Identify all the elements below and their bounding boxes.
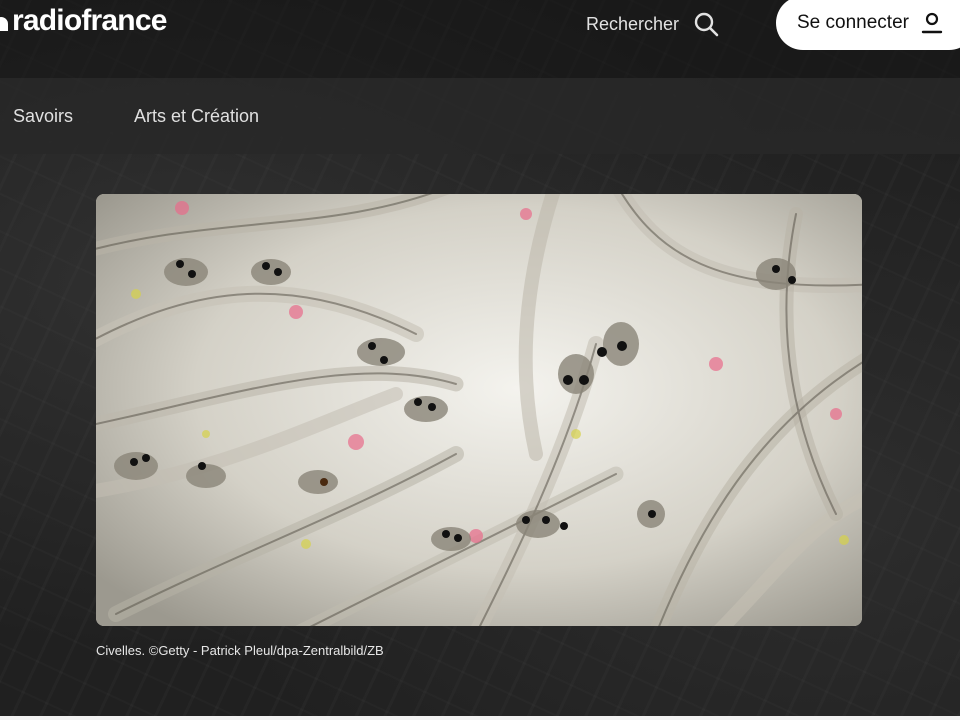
logo-text: radiofrance — [12, 4, 167, 37]
main-navigation: Savoirs Arts et Création — [0, 78, 960, 154]
login-label: Se connecter — [797, 12, 909, 33]
page: radiofrance Rechercher Se connecter Savo… — [0, 0, 960, 720]
divider — [0, 716, 960, 720]
nav-item-arts-et-creation[interactable]: Arts et Création — [134, 106, 259, 127]
user-icon — [921, 12, 943, 34]
radiofrance-logo[interactable]: radiofrance — [0, 2, 167, 40]
search-button[interactable]: Rechercher — [586, 10, 719, 38]
site-header: radiofrance Rechercher Se connecter — [0, 0, 960, 78]
nav-item-savoirs[interactable]: Savoirs — [13, 106, 73, 127]
search-label: Rechercher — [586, 13, 680, 34]
search-icon — [693, 11, 719, 37]
article-photo — [96, 194, 862, 626]
login-button[interactable]: Se connecter — [776, 0, 960, 50]
logo-mark-icon — [0, 17, 8, 31]
photo-caption: Civelles. ©Getty - Patrick Pleul/dpa-Zen… — [96, 643, 384, 658]
